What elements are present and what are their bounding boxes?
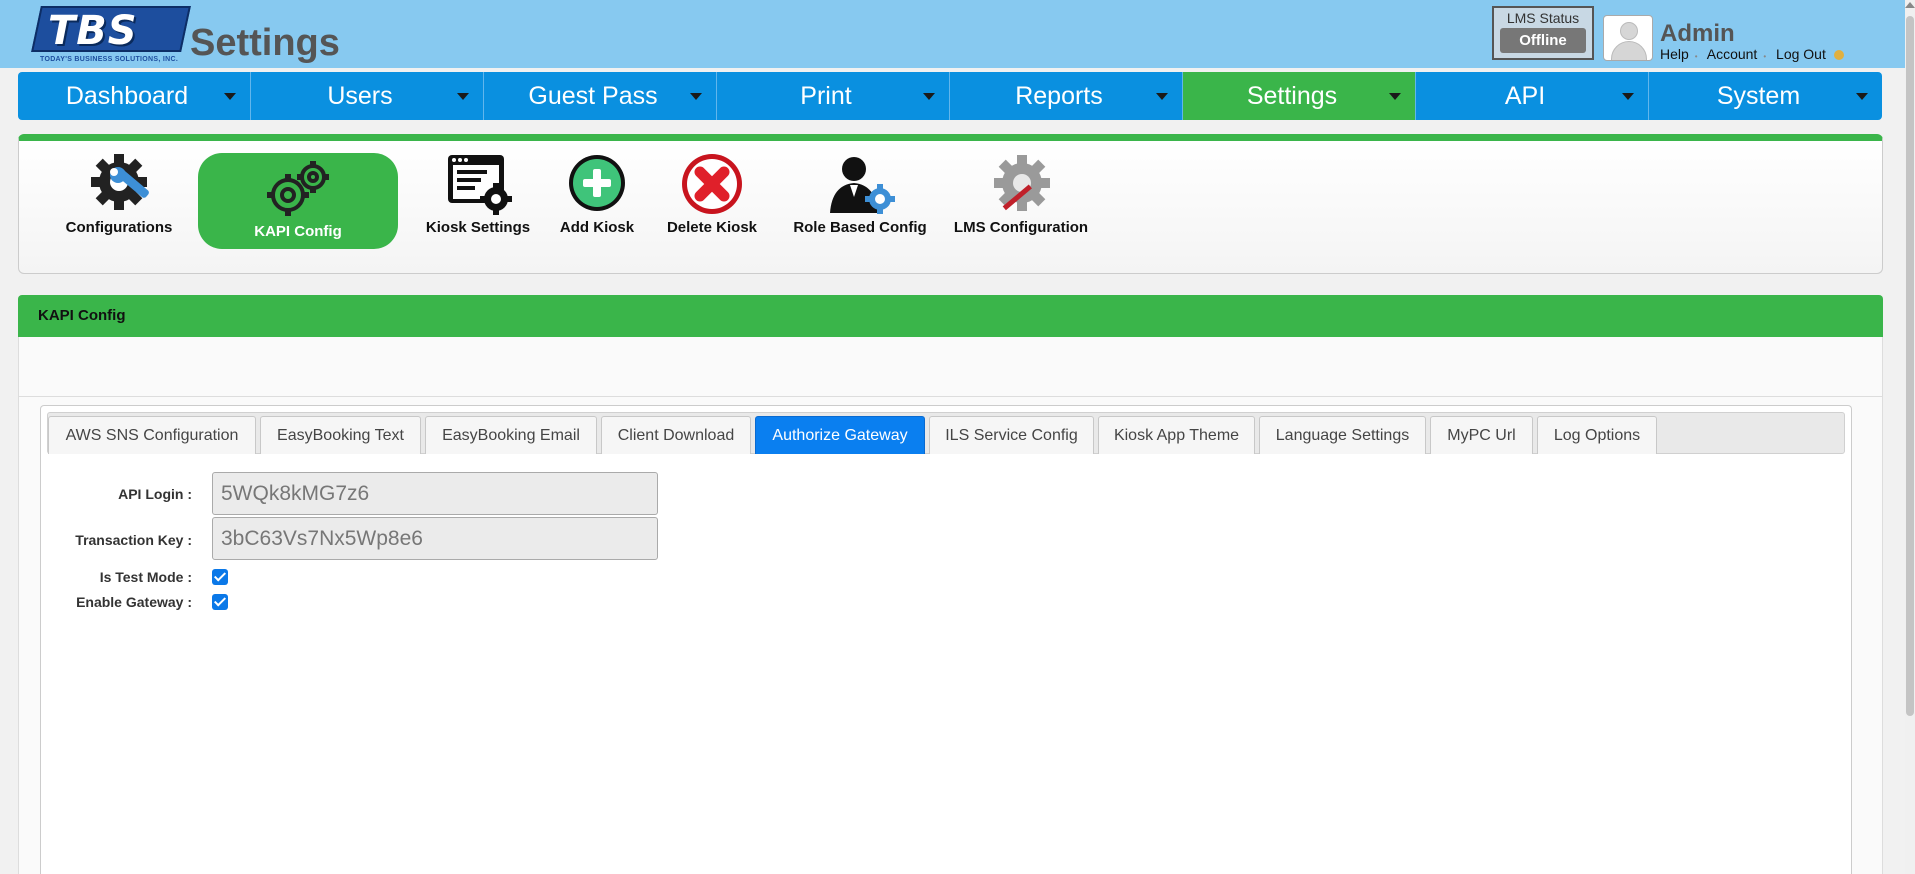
add-kiosk-button[interactable]: Add Kiosk bbox=[552, 153, 642, 236]
tab-easybooking-email[interactable]: EasyBooking Email bbox=[425, 416, 597, 454]
nav-label: Reports bbox=[1015, 81, 1103, 110]
tool-label: Delete Kiosk bbox=[666, 219, 758, 236]
delete-kiosk-button[interactable]: Delete Kiosk bbox=[657, 153, 767, 236]
is-test-mode-label: Is Test Mode : bbox=[99, 569, 192, 585]
scroll-thumb[interactable] bbox=[1906, 16, 1914, 716]
tab-log-options[interactable]: Log Options bbox=[1537, 416, 1657, 454]
gear-wrench-icon bbox=[91, 154, 149, 210]
tool-label: KAPI Config bbox=[254, 223, 342, 240]
configurations-button[interactable]: Configurations bbox=[64, 153, 174, 236]
api-login-label: API Login : bbox=[118, 486, 192, 502]
nav-users[interactable]: Users bbox=[251, 72, 484, 120]
tool-label: Configurations bbox=[65, 219, 173, 236]
caret-down-icon bbox=[1622, 93, 1634, 100]
kiosk-settings-icon bbox=[448, 155, 512, 215]
gear-pen-icon bbox=[994, 155, 1050, 211]
tab-ils-service-config[interactable]: ILS Service Config bbox=[929, 416, 1094, 454]
nav-settings[interactable]: Settings bbox=[1183, 72, 1416, 120]
page-scrollbar[interactable] bbox=[1905, 0, 1915, 874]
tool-label: Kiosk Settings bbox=[425, 219, 531, 236]
delete-icon bbox=[682, 154, 742, 214]
section-spacer bbox=[18, 337, 1883, 397]
caret-down-icon bbox=[690, 93, 702, 100]
user-name: Admin bbox=[1660, 20, 1735, 47]
nav-dashboard[interactable]: Dashboard bbox=[18, 72, 251, 120]
caret-down-icon bbox=[923, 93, 935, 100]
caret-down-icon bbox=[1156, 93, 1168, 100]
enable-gateway-checkbox[interactable] bbox=[212, 594, 228, 610]
lms-status-badge: Offline bbox=[1500, 28, 1586, 53]
logo-subtitle: TODAY'S BUSINESS SOLUTIONS, INC. bbox=[40, 56, 179, 63]
kapi-config-button[interactable]: KAPI Config bbox=[198, 153, 398, 249]
user-links: Help • Account • Log Out bbox=[1660, 46, 1850, 62]
main-nav: Dashboard Users Guest Pass Print Reports… bbox=[18, 72, 1882, 120]
section-header: KAPI Config bbox=[18, 295, 1883, 337]
enable-gateway-label: Enable Gateway : bbox=[76, 594, 192, 610]
caret-down-icon bbox=[1389, 93, 1401, 100]
tab-bar: AWS SNS Configuration EasyBooking Text E… bbox=[47, 412, 1845, 454]
avatar-body bbox=[1611, 41, 1647, 60]
help-link[interactable]: Help bbox=[1660, 46, 1689, 62]
nav-label: System bbox=[1716, 81, 1801, 110]
avatar-head bbox=[1620, 22, 1638, 40]
tab-language-settings[interactable]: Language Settings bbox=[1259, 416, 1426, 454]
transaction-key-label: Transaction Key : bbox=[75, 532, 192, 548]
user-gear-icon bbox=[830, 157, 895, 214]
nav-reports[interactable]: Reports bbox=[950, 72, 1183, 120]
tool-label: Role Based Config bbox=[793, 219, 927, 236]
nav-label: API bbox=[1504, 81, 1546, 110]
logo-text: TBS bbox=[48, 8, 138, 54]
link-separator: • bbox=[1694, 52, 1698, 61]
caret-down-icon bbox=[457, 93, 469, 100]
nav-label: Users bbox=[327, 81, 393, 110]
tbs-logo[interactable]: TBS TODAY'S BUSINESS SOLUTIONS, INC. bbox=[31, 6, 191, 68]
lms-configuration-button[interactable]: LMS Configuration bbox=[931, 153, 1111, 236]
caret-down-icon bbox=[1856, 93, 1868, 100]
section-title: KAPI Config bbox=[38, 307, 126, 324]
logout-label: Log Out bbox=[1776, 46, 1826, 62]
logout-link[interactable]: Log Out bbox=[1776, 46, 1844, 62]
add-icon bbox=[569, 155, 625, 211]
tool-label: LMS Configuration bbox=[953, 219, 1089, 236]
link-separator: • bbox=[1763, 52, 1767, 61]
nav-api[interactable]: API bbox=[1416, 72, 1649, 120]
api-login-field[interactable] bbox=[212, 472, 658, 515]
avatar[interactable] bbox=[1603, 15, 1653, 61]
nav-label: Settings bbox=[1246, 81, 1338, 110]
role-based-config-button[interactable]: Role Based Config bbox=[775, 153, 945, 236]
nav-guest-pass[interactable]: Guest Pass bbox=[484, 72, 717, 120]
tool-label: Add Kiosk bbox=[559, 219, 635, 236]
account-link[interactable]: Account bbox=[1707, 46, 1758, 62]
settings-toolbar: Configurations KAPI Config Kiosk Setting… bbox=[18, 134, 1883, 274]
lms-status-widget: LMS Status Offline bbox=[1492, 6, 1594, 60]
nav-print[interactable]: Print bbox=[717, 72, 950, 120]
transaction-key-field[interactable] bbox=[212, 517, 658, 560]
tab-easybooking-text[interactable]: EasyBooking Text bbox=[260, 416, 421, 454]
tab-aws-sns-configuration[interactable]: AWS SNS Configuration bbox=[48, 416, 256, 454]
tab-authorize-gateway[interactable]: Authorize Gateway bbox=[755, 416, 925, 454]
nav-label: Print bbox=[800, 81, 852, 110]
gears-icon bbox=[267, 161, 329, 216]
logout-icon bbox=[1833, 50, 1844, 61]
is-test-mode-checkbox[interactable] bbox=[212, 569, 228, 585]
tab-kiosk-app-theme[interactable]: Kiosk App Theme bbox=[1098, 416, 1255, 454]
app-header: TBS TODAY'S BUSINESS SOLUTIONS, INC. Set… bbox=[0, 0, 1915, 68]
lms-status-label: LMS Status bbox=[1506, 10, 1580, 26]
nav-label: Guest Pass bbox=[528, 81, 658, 110]
tab-mypc-url[interactable]: MyPC Url bbox=[1430, 416, 1533, 454]
scroll-up-arrow-icon[interactable] bbox=[1905, 2, 1915, 8]
page-title: Settings bbox=[190, 22, 340, 64]
kiosk-settings-button[interactable]: Kiosk Settings bbox=[423, 153, 533, 236]
tab-client-download[interactable]: Client Download bbox=[601, 416, 751, 454]
nav-system[interactable]: System bbox=[1649, 72, 1882, 120]
nav-label: Dashboard bbox=[65, 81, 189, 110]
caret-down-icon bbox=[224, 93, 236, 100]
